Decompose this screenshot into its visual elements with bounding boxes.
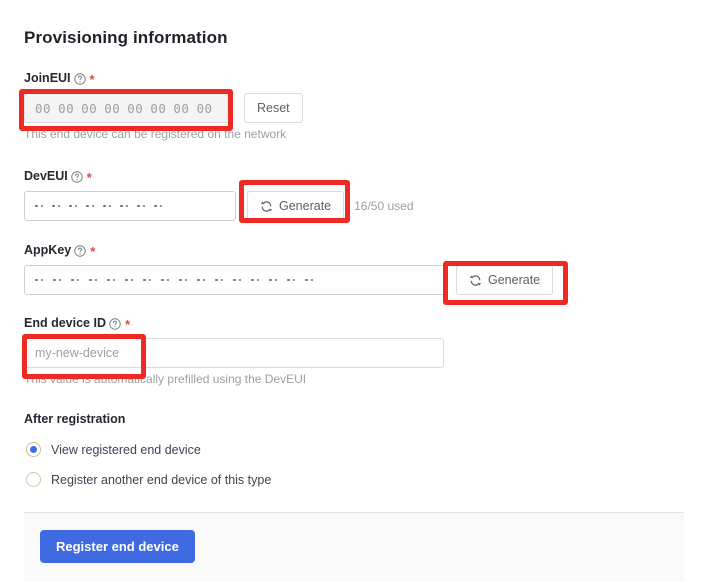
field-app-key: AppKey * Generate [24, 242, 554, 295]
join-eui-pair: 00 [35, 100, 52, 116]
dev-eui-label: DevEUI * [24, 168, 414, 184]
radio-option-view-registered-end-device[interactable]: View registered end device [26, 442, 201, 457]
end-device-id-label: End device ID * [24, 315, 444, 331]
after-registration-title: After registration [24, 412, 126, 426]
question-circle-icon[interactable] [73, 73, 86, 85]
radio-label: Register another end device of this type [51, 472, 272, 487]
refresh-icon [260, 200, 273, 213]
radio-indicator-unselected[interactable] [26, 472, 41, 487]
join-eui-label: JoinEUI * [24, 70, 303, 86]
app-key-label-text: AppKey [24, 243, 72, 257]
form-footer: Register end device [24, 512, 684, 582]
join-eui-value: 00 00 00 00 00 00 00 00 [35, 101, 213, 116]
join-eui-pair: 00 [81, 100, 98, 116]
dev-eui-required-marker: * [86, 169, 92, 185]
join-eui-pair: 00 [150, 100, 167, 116]
end-device-id-hint: This value is automatically prefilled us… [24, 372, 307, 386]
dev-eui-mask [35, 204, 162, 208]
dev-eui-input[interactable] [24, 191, 236, 221]
join-eui-pair: 00 [104, 100, 121, 116]
refresh-icon [469, 274, 482, 287]
radio-label: View registered end device [51, 442, 201, 457]
field-join-eui: JoinEUI * 00 00 00 00 00 00 00 00 Reset … [24, 70, 303, 141]
end-device-id-required-marker: * [124, 316, 131, 332]
radio-option-register-another-end-device[interactable]: Register another end device of this type [26, 472, 271, 487]
dev-eui-generate-label: Generate [279, 199, 332, 213]
end-device-id-label-text: End device ID [24, 316, 106, 330]
app-key-generate-label: Generate [488, 273, 541, 287]
provisioning-information-form: Provisioning information JoinEUI * 00 00… [0, 0, 708, 582]
radio-indicator-selected[interactable] [26, 442, 41, 457]
join-eui-pair: 00 [173, 100, 190, 116]
app-key-label: AppKey * [24, 242, 553, 258]
join-eui-reset-button[interactable]: Reset [244, 93, 303, 123]
dev-eui-generate-button[interactable]: Generate [247, 191, 345, 221]
register-end-device-button[interactable]: Register end device [40, 530, 195, 563]
page-title: Provisioning information [24, 28, 228, 47]
join-eui-input[interactable]: 00 00 00 00 00 00 00 00 [24, 93, 232, 123]
app-key-input[interactable] [24, 265, 445, 295]
app-key-generate-button[interactable]: Generate [456, 265, 554, 295]
question-circle-icon[interactable] [109, 318, 121, 330]
field-dev-eui: DevEUI * Generate 16/50 used [24, 168, 414, 221]
join-eui-label-text: JoinEUI [24, 71, 71, 85]
join-eui-hint: This end device can be registered on the… [24, 127, 287, 141]
dev-eui-label-text: DevEUI [24, 169, 68, 183]
field-end-device-id: End device ID * my-new-device This value… [24, 315, 444, 386]
join-eui-pair: 00 [196, 100, 213, 116]
question-circle-icon[interactable] [74, 245, 86, 257]
app-key-required-marker: * [90, 243, 96, 259]
app-key-mask [35, 278, 313, 282]
end-device-id-placeholder: my-new-device [35, 346, 120, 360]
question-circle-icon[interactable] [71, 171, 83, 183]
end-device-id-input[interactable]: my-new-device [24, 338, 444, 368]
join-eui-pair: 00 [127, 100, 144, 116]
join-eui-pair: 00 [58, 100, 75, 116]
dev-eui-usage-counter: 16/50 used [354, 199, 414, 213]
join-eui-required-marker: * [89, 71, 95, 87]
